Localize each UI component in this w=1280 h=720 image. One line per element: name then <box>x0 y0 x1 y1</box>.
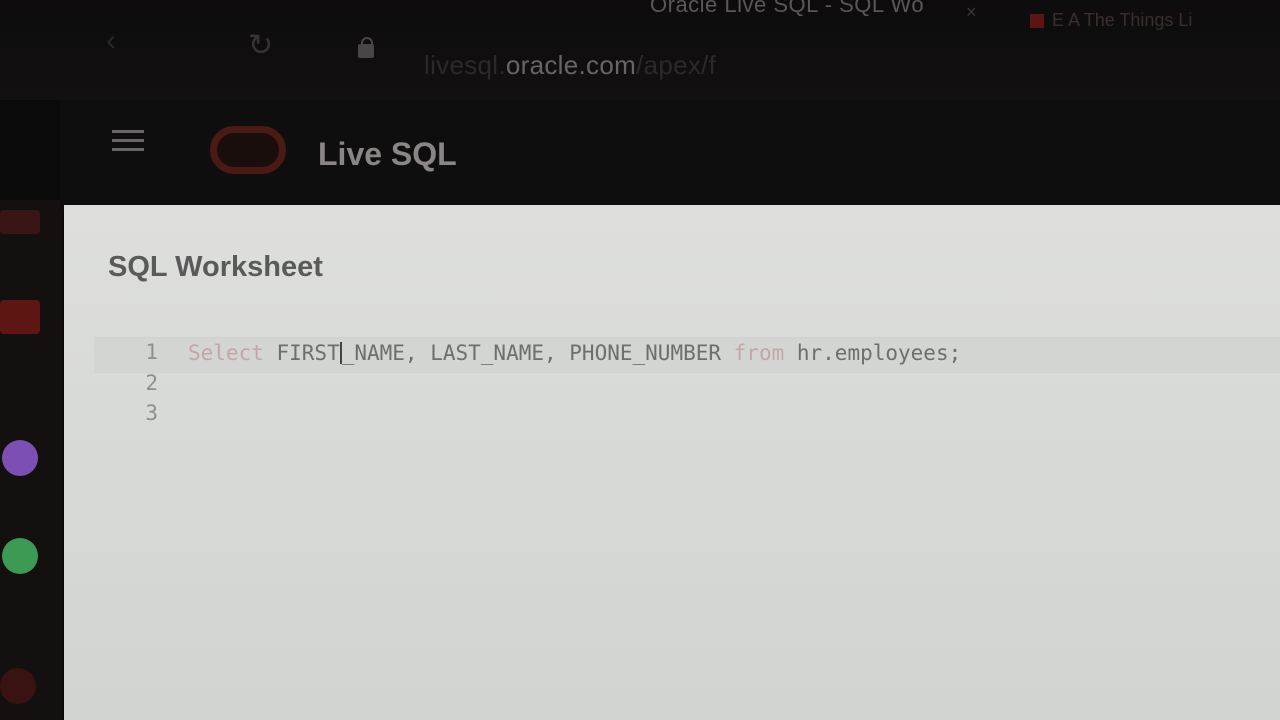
url-domain: oracle.com <box>505 50 637 80</box>
browser-toolbar: Oracle Live SQL - SQL Wo × E A The Thing… <box>0 0 1280 100</box>
back-arrow-icon[interactable]: ‹ <box>106 24 116 58</box>
line-number: 2 <box>145 371 158 395</box>
tab-close-icon[interactable]: × <box>966 2 977 23</box>
browser-tab-title[interactable]: Oracle Live SQL - SQL Wo <box>650 0 924 18</box>
reload-icon[interactable]: ↻ <box>248 28 273 63</box>
whatsapp-icon[interactable] <box>2 538 38 574</box>
os-dock <box>0 200 62 720</box>
line-number: 1 <box>145 340 158 364</box>
oracle-logo[interactable] <box>210 126 286 174</box>
app-title: Live SQL <box>318 136 457 172</box>
lock-icon[interactable] <box>358 37 374 58</box>
messenger-icon[interactable] <box>2 440 38 476</box>
sql-keyword-select: Select <box>188 341 264 365</box>
code-text: _NAME, LAST_NAME, PHONE_NUMBER <box>341 341 734 365</box>
youtube-icon <box>1030 14 1044 29</box>
address-bar[interactable]: livesql.oracle.com/apex/f <box>424 50 716 81</box>
bookmarks-text[interactable]: E A The Things Li <box>1052 10 1192 30</box>
app-header: Live SQL <box>60 100 1280 210</box>
code-text: hr.employees; <box>784 341 962 365</box>
dock-app-icon[interactable] <box>0 300 40 334</box>
url-subdomain: livesql. <box>424 50 506 80</box>
hamburger-menu-icon[interactable] <box>112 130 146 160</box>
code-text: FIRST <box>263 341 340 365</box>
line-number: 3 <box>145 401 158 425</box>
url-path: /apex/f <box>636 50 717 80</box>
code-editor[interactable]: 1 2 3 Select FIRST_NAME, LAST_NAME, PHON… <box>94 335 1280 720</box>
code-line[interactable]: Select FIRST_NAME, LAST_NAME, PHONE_NUMB… <box>188 341 961 365</box>
dock-app-icon[interactable] <box>0 210 40 234</box>
sql-worksheet-panel: SQL Worksheet 1 2 3 Select FIRST_NAME, L… <box>64 205 1280 720</box>
page-title: SQL Worksheet <box>108 251 323 283</box>
sql-keyword-from: from <box>733 341 785 365</box>
bookmarks-bar[interactable]: E A The Things Li <box>1030 10 1192 31</box>
dock-app-icon[interactable] <box>0 668 36 704</box>
